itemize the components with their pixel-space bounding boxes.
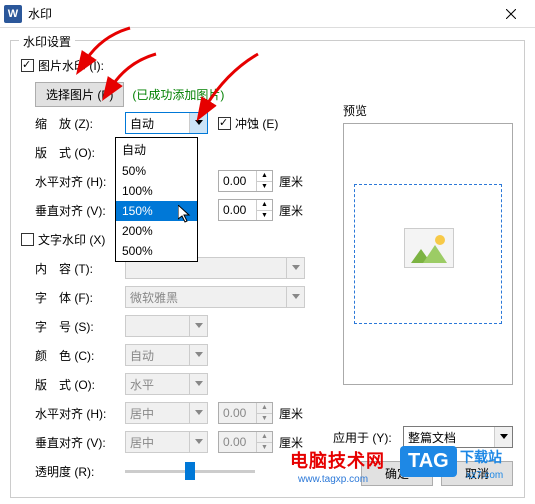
color-row: 颜 色 (C): 自动 [21,342,321,368]
size-row: 字 号 (S): [21,313,321,339]
valign2-select[interactable]: 居中 [125,431,208,453]
size-select[interactable] [125,315,208,337]
overlay-red-text: 电脑技术网 [290,447,385,473]
zoom-option-auto[interactable]: 自动 [116,138,197,161]
close-button[interactable] [491,0,531,28]
zoom-option-100[interactable]: 100% [116,181,197,201]
close-icon [506,9,516,19]
zoom-dropdown-list[interactable]: 自动 50% 100% 150% 200% 500% [115,137,198,262]
text-watermark-checkbox[interactable] [21,233,34,246]
valign1-unit: 厘米 [279,202,303,219]
dialog-content: 水印设置 图片水印 (I): 选择图片 (P) (已成功添加图片) 缩 放 (Z… [0,28,535,504]
layout2-value: 水平 [130,376,154,393]
valign1-label: 垂直对齐 (V): [35,202,125,219]
font-row: 字 体 (F): 微软雅黑 [21,284,321,310]
app-icon: W [4,5,22,23]
layout2-row: 版 式 (O): 水平 [21,371,321,397]
apply-to-select[interactable]: 整篇文档 [403,426,513,448]
picture-watermark-row: 图片水印 (I): [21,52,321,78]
size-label: 字 号 (S): [35,318,125,335]
font-select[interactable]: 微软雅黑 [125,286,305,308]
preview-label: 预览 [343,102,513,119]
mouse-cursor-icon [178,205,194,228]
halign2-spinner[interactable]: 0.00 ▲▼ [218,402,273,424]
valign1-value: 0.00 [223,203,246,217]
layout1-label: 版 式 (O): [35,144,125,161]
valign2-num: 0.00 [223,435,246,449]
picture-watermark-checkbox[interactable] [21,59,34,72]
apply-to-row: 应用于 (Y): 整篇文档 [333,426,513,448]
halign1-unit: 厘米 [279,173,303,190]
layout2-label: 版 式 (O): [35,376,125,393]
apply-to-label: 应用于 (Y): [333,429,403,446]
preview-box [343,123,513,385]
valign2-row: 垂直对齐 (V): 居中 0.00 ▲▼ 厘米 [21,429,321,455]
overlay-dl-url: xz7.com [466,470,503,481]
opacity-slider[interactable] [125,470,255,473]
zoom-option-50[interactable]: 50% [116,161,197,181]
zoom-row: 缩 放 (Z): 自动 冲蚀 (E) [21,110,321,136]
apply-to-value: 整篇文档 [408,429,456,446]
dropdown-arrow-icon [189,374,207,394]
annotation-arrow-3 [202,52,262,115]
color-select[interactable]: 自动 [125,344,208,366]
select-picture-row: 选择图片 (P) (已成功添加图片) [21,81,321,107]
zoom-value: 自动 [130,115,154,132]
halign1-label: 水平对齐 (H): [35,173,125,190]
dropdown-arrow-icon [189,432,207,452]
erode-checkbox[interactable] [218,117,231,130]
dropdown-arrow-icon [286,258,304,278]
halign2-num: 0.00 [223,406,246,420]
group-legend: 水印设置 [19,33,75,50]
zoom-select[interactable]: 自动 [125,112,208,134]
titlebar: W 水印 [0,0,535,28]
valign1-spinner[interactable]: 0.00 ▲▼ [218,199,273,221]
window-title: 水印 [28,5,491,22]
halign2-value: 居中 [130,405,154,422]
opacity-label: 透明度 (R): [35,463,125,480]
halign1-value: 0.00 [223,174,246,188]
erode-label: 冲蚀 (E) [235,115,278,132]
text-watermark-label: 文字水印 (X) [38,231,105,248]
annotation-arrow-2 [108,52,158,95]
slider-thumb-icon[interactable] [185,462,195,480]
halign2-select[interactable]: 居中 [125,402,208,424]
content-label: 内 容 (T): [35,260,125,277]
preview-area: 预览 [343,102,513,385]
overlay-tag-badge: TAG [400,446,457,477]
dropdown-arrow-icon [189,345,207,365]
opacity-row: 透明度 (R): [21,458,321,484]
dropdown-arrow-icon [286,287,304,307]
dropdown-arrow-icon [189,113,207,133]
dropdown-arrow-icon [494,427,512,447]
font-value: 微软雅黑 [130,289,178,306]
halign2-row: 水平对齐 (H): 居中 0.00 ▲▼ 厘米 [21,400,321,426]
overlay-blue-url: www.tagxp.com [298,474,368,485]
valign2-label: 垂直对齐 (V): [35,434,125,451]
valign2-spinner[interactable]: 0.00 ▲▼ [218,431,273,453]
halign2-label: 水平对齐 (H): [35,405,125,422]
overlay-dl-text: 下载站 [460,447,502,467]
layout2-select[interactable]: 水平 [125,373,208,395]
halign2-unit: 厘米 [279,405,303,422]
dropdown-arrow-icon [189,403,207,423]
dropdown-arrow-icon [189,316,207,336]
zoom-label: 缩 放 (Z): [35,115,125,132]
valign2-value: 居中 [130,434,154,451]
zoom-option-500[interactable]: 500% [116,241,197,261]
color-label: 颜 色 (C): [35,347,125,364]
font-label: 字 体 (F): [35,289,125,306]
color-value: 自动 [130,347,154,364]
image-thumbnail-icon [404,228,454,268]
halign1-spinner[interactable]: 0.00 ▲▼ [218,170,273,192]
